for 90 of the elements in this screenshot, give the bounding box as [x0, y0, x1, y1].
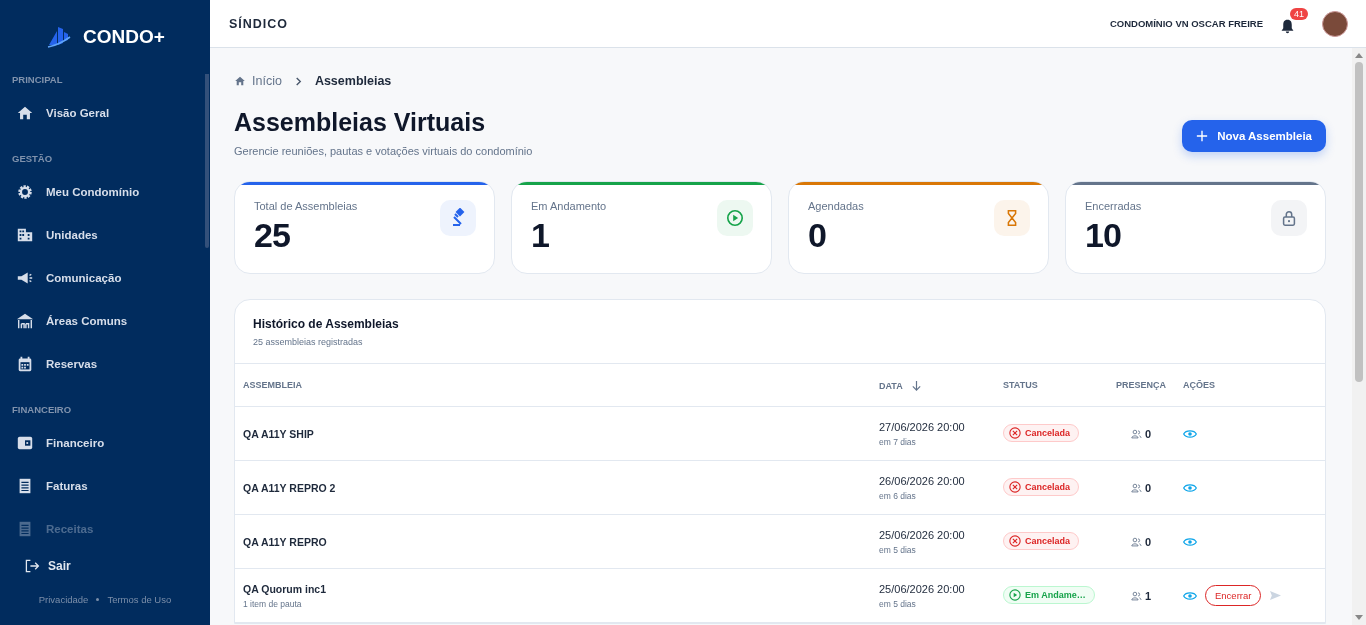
- scroll-up-icon[interactable]: [1355, 53, 1363, 58]
- section-title: FINANCEIRO: [11, 404, 73, 417]
- condo-name[interactable]: CONDOMÍNIO VN OSCAR FREIRE: [1109, 18, 1263, 29]
- x-circle-icon: [1009, 481, 1021, 493]
- view-icon[interactable]: [1183, 482, 1197, 493]
- stat-label: Agendadas: [808, 200, 864, 212]
- nav-item[interactable]: Meu Condomínio: [0, 170, 210, 213]
- x-circle-icon: [1009, 535, 1021, 547]
- chevron-right-icon: [293, 76, 303, 86]
- breadcrumb-item[interactable]: Início: [252, 74, 282, 88]
- date-text: 25/06/2026 20:00: [879, 582, 966, 595]
- play-circle-icon: [726, 209, 744, 227]
- nav-item[interactable]: Unidades: [0, 213, 210, 256]
- stat-value: 25: [254, 216, 291, 255]
- assembly-name: QA Quorum inc1: [243, 582, 328, 595]
- bell-icon: [1279, 18, 1296, 35]
- avatar[interactable]: [1322, 10, 1348, 37]
- footer-link[interactable]: Termos de Uso: [107, 594, 172, 605]
- section-title: GESTÃO: [11, 153, 54, 166]
- role-title: SÍNDICO: [229, 16, 289, 31]
- lock-icon: [1280, 209, 1298, 227]
- presence-count: 1: [1144, 589, 1152, 602]
- presence-count: 0: [1144, 481, 1152, 494]
- play-circle-icon: [1009, 589, 1021, 601]
- people-icon: [1130, 590, 1142, 601]
- people-icon: [1130, 482, 1142, 493]
- page-title: Assembleias Virtuais: [234, 108, 487, 137]
- new-assembly-button[interactable]: Nova Assembleia: [1182, 120, 1326, 152]
- date-text: 26/06/2026 20:00: [879, 474, 966, 487]
- logout-icon: [24, 558, 40, 574]
- stat-value: 1: [531, 216, 550, 255]
- scrollbar[interactable]: [205, 74, 209, 248]
- assembly-name: QA A11Y SHIP: [243, 427, 315, 440]
- home-icon: [234, 75, 246, 87]
- view-icon[interactable]: [1183, 536, 1197, 547]
- separator-dot: [96, 598, 100, 601]
- view-icon[interactable]: [1183, 428, 1197, 439]
- stat-value: 0: [808, 216, 827, 255]
- table-subtitle: 25 assembleias registradas: [253, 337, 364, 347]
- relative-date: em 5 dias: [879, 544, 917, 555]
- pavilion-icon: [16, 311, 34, 330]
- status-badge: Cancelada: [1003, 478, 1080, 496]
- column-header: ASSEMBLEIA: [235, 364, 871, 407]
- nav-item[interactable]: Áreas Comuns: [0, 299, 210, 342]
- relative-date: em 6 dias: [879, 490, 917, 501]
- presence-count: 0: [1144, 427, 1152, 440]
- calendar-icon: [16, 354, 34, 373]
- section-title: PRINCIPAL: [11, 74, 64, 87]
- table-title: Histórico de Assembleias: [253, 317, 400, 331]
- people-icon: [1130, 428, 1142, 439]
- view-icon[interactable]: [1183, 590, 1197, 601]
- column-header: STATUS: [995, 364, 1107, 407]
- scroll-down-icon[interactable]: [1355, 615, 1363, 620]
- status-badge: Cancelada: [1003, 532, 1080, 550]
- column-header: AÇÕES: [1175, 364, 1325, 407]
- column-header: PRESENÇA: [1107, 364, 1175, 407]
- brand-name: CONDO+: [83, 26, 165, 48]
- page-subtitle: Gerencie reuniões, pautas e votações virtuais do condomínio: [234, 145, 533, 157]
- nav-item[interactable]: Visão Geral: [0, 91, 210, 134]
- stat-label: Encerradas: [1085, 200, 1142, 212]
- relative-date: em 7 dias: [879, 436, 917, 447]
- notification-badge: 41: [1290, 8, 1308, 20]
- stat-label: Em Andamento: [531, 200, 607, 212]
- stat-value: 10: [1085, 216, 1122, 255]
- x-circle-icon: [1009, 427, 1021, 439]
- status-badge: Cancelada: [1003, 424, 1080, 442]
- logout-link[interactable]: Sair: [0, 550, 210, 582]
- assembly-name: QA A11Y REPRO: [243, 535, 328, 548]
- close-assembly-button[interactable]: Encerrar: [1205, 585, 1262, 606]
- nav-item[interactable]: Comunicação: [0, 256, 210, 299]
- scrollbar[interactable]: [1352, 48, 1366, 625]
- stat-label: Total de Assembleias: [254, 200, 358, 212]
- presence-count: 0: [1144, 535, 1152, 548]
- people-icon: [1130, 536, 1142, 547]
- agenda-count: 1 item de pauta: [243, 598, 303, 609]
- plus-icon: [1196, 130, 1209, 142]
- sort-down-icon: [910, 379, 922, 391]
- footer-link[interactable]: Privacidade: [38, 594, 89, 605]
- nav-item[interactable]: Reservas: [0, 342, 210, 385]
- date-text: 25/06/2026 20:00: [879, 528, 966, 541]
- notifications-button[interactable]: 41: [1277, 8, 1308, 39]
- column-header[interactable]: DATA: [871, 364, 995, 407]
- relative-date: em 5 dias: [879, 598, 917, 609]
- date-text: 27/06/2026 20:00: [879, 420, 966, 433]
- assembly-name: QA A11Y REPRO 2: [243, 481, 337, 494]
- gear-icon: [16, 182, 34, 201]
- breadcrumb-item: Assembleias: [314, 74, 392, 88]
- nav-item[interactable]: Faturas: [0, 464, 210, 507]
- status-badge: Em Andame…: [1003, 586, 1095, 604]
- nav-item[interactable]: Financeiro: [0, 421, 210, 464]
